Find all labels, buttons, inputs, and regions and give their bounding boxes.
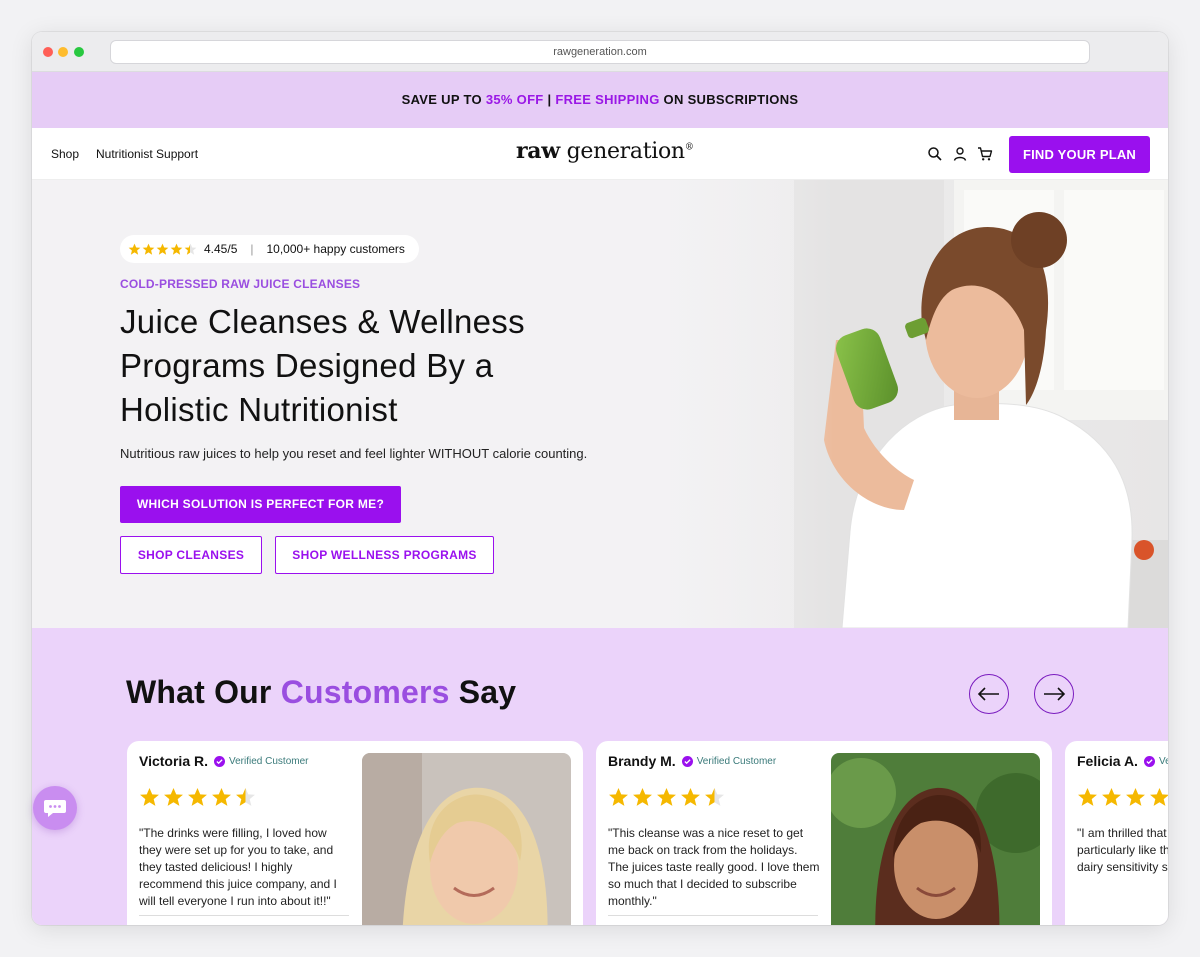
logo-mark: ®: [684, 142, 694, 153]
rating-stars: [128, 243, 198, 256]
address-bar[interactable]: rawgeneration.com: [110, 40, 1090, 64]
star-icon: [212, 788, 231, 806]
star-icon: [705, 788, 724, 806]
shop-wellness-programs-button[interactable]: SHOP WELLNESS PROGRAMS: [275, 536, 494, 574]
verified-badge: Verified Customer: [1143, 755, 1168, 767]
logo-bold: raw: [516, 138, 560, 164]
reviews-heading-post: Say: [449, 674, 517, 710]
review-stars: [139, 787, 259, 808]
reviewer-name-text: Brandy M.: [608, 753, 676, 769]
verified-check-icon: [681, 755, 693, 767]
star-icon: [633, 788, 652, 806]
chat-icon: [44, 800, 66, 817]
promo-discount: 35% OFF: [485, 92, 544, 107]
nav-link-shop[interactable]: Shop: [51, 147, 79, 161]
promo-shipping: FREE SHIPPING: [555, 92, 660, 107]
find-your-plan-button[interactable]: FIND YOUR PLAN: [1009, 136, 1150, 173]
star-icon: [1126, 788, 1145, 806]
arrow-left-icon: [977, 687, 999, 701]
verified-check-icon: [214, 755, 225, 767]
verified-badge: Verified Customer: [214, 755, 309, 767]
review-quote: "I am thrilled that protein cleanse is p…: [1077, 826, 1168, 874]
review-card: Felicia A. Verified Customer "I am thril…: [1065, 741, 1168, 925]
reviews-section: What Our Customers Say Victoria R. Verif…: [32, 628, 1168, 925]
cart-icon[interactable]: [977, 146, 993, 162]
star-icon: [1150, 788, 1168, 806]
promo-separator: |: [543, 92, 556, 107]
carousel-prev-button[interactable]: [969, 674, 1009, 714]
hero-headline: Juice Cleanses & Wellness Programs Desig…: [120, 300, 540, 432]
rating-score: 4.45/5: [204, 242, 238, 256]
customer-count: 10,000+ happy customers: [266, 242, 405, 256]
divider: [139, 915, 349, 916]
hero-section: 4.45/5 | 10,000+ happy customers COLD-PR…: [32, 180, 1168, 628]
verified-badge: Verified Customer: [681, 755, 777, 767]
review-quote: "The drinks were filling, I loved how th…: [139, 826, 337, 908]
reviewer-name: Brandy M. Verified Customer: [608, 753, 776, 769]
headline-line: Juice Cleanses & Wellness: [120, 303, 525, 340]
carousel-next-button[interactable]: [1034, 674, 1074, 714]
headline-line: Holistic Nutritionist: [120, 391, 398, 428]
star-icon: [657, 788, 676, 806]
star-icon: [128, 243, 141, 255]
star-icon: [188, 788, 207, 806]
review-quote: "This cleanse was a nice reset to get me…: [608, 826, 820, 908]
hero-subtext: Nutritious raw juices to help you reset …: [120, 446, 588, 461]
chat-widget-button[interactable]: [33, 786, 77, 830]
star-icon: [609, 788, 628, 806]
review-card: Victoria R. Verified Customer "The drink…: [127, 741, 583, 925]
star-icon: [170, 243, 183, 255]
promo-text-end: ON SUBSCRIPTIONS: [659, 92, 799, 107]
nav-link-nutritionist-support[interactable]: Nutritionist Support: [96, 147, 198, 161]
shop-cleanses-button[interactable]: SHOP CLEANSES: [120, 536, 262, 574]
reviewer-name: Victoria R. Verified Customer: [139, 753, 308, 769]
star-icon: [156, 243, 169, 255]
reviewer-name-text: Victoria R.: [139, 753, 208, 769]
which-solution-button[interactable]: WHICH SOLUTION IS PERFECT FOR ME?: [120, 486, 401, 523]
hero-illustration: [654, 180, 1168, 628]
logo-rest: generation: [559, 139, 686, 164]
review-card: Brandy M. Verified Customer "This cleans…: [596, 741, 1052, 925]
hero-kicker: COLD-PRESSED RAW JUICE CLEANSES: [120, 277, 361, 291]
verified-text: Verified Customer: [696, 755, 777, 767]
headline-line: Programs Designed By a: [120, 347, 494, 384]
verified-text: Verified Customer: [1158, 755, 1168, 767]
star-icon: [142, 243, 155, 255]
reviewer-photo: [831, 753, 1040, 925]
rating-divider: |: [250, 242, 254, 256]
reviewer-name: Felicia A. Verified Customer: [1077, 753, 1168, 769]
arrow-right-icon: [1044, 687, 1066, 701]
close-window-button[interactable]: [43, 47, 53, 57]
hero-image-woman-drinking-juice: [654, 180, 1168, 628]
search-icon[interactable]: [927, 146, 943, 162]
divider: [608, 915, 818, 916]
reviewer-name-text: Felicia A.: [1077, 753, 1138, 769]
account-icon[interactable]: [952, 146, 968, 162]
reviews-heading-highlight: Customers: [280, 674, 450, 710]
star-icon: [140, 788, 159, 806]
verified-text: Verified Customer: [229, 755, 309, 767]
rating-pill: 4.45/5 | 10,000+ happy customers: [120, 235, 419, 263]
site-logo[interactable]: raw generation®: [516, 138, 694, 164]
star-icon: [1102, 788, 1121, 806]
star-icon: [164, 788, 183, 806]
browser-chrome: rawgeneration.com: [32, 32, 1168, 72]
promo-banner: SAVE UP TO 35% OFF | FREE SHIPPING ON SU…: [32, 72, 1168, 128]
maximize-window-button[interactable]: [74, 47, 84, 57]
star-icon: [681, 788, 700, 806]
star-icon: [1078, 788, 1097, 806]
browser-window: rawgeneration.com SAVE UP TO 35% OFF | F…: [32, 32, 1168, 925]
promo-text: SAVE UP TO: [401, 92, 486, 107]
review-stars: [1077, 787, 1168, 808]
star-icon: [184, 243, 197, 255]
minimize-window-button[interactable]: [58, 47, 68, 57]
reviewer-photo: [362, 753, 571, 925]
site-header: Shop Nutritionist Support raw generation…: [32, 128, 1168, 180]
reviews-heading: What Our Customers Say: [126, 674, 516, 711]
reviews-heading-pre: What Our: [126, 674, 281, 710]
star-icon: [236, 788, 255, 806]
review-stars: [608, 787, 728, 808]
verified-check-icon: [1143, 755, 1155, 767]
